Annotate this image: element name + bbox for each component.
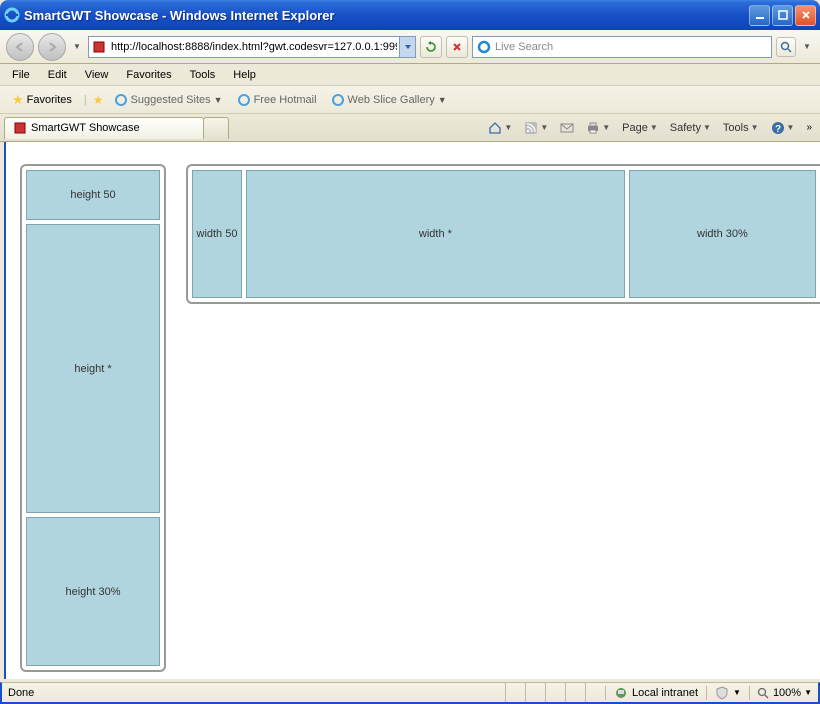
add-fav-icon[interactable]: ★ xyxy=(93,93,104,107)
zoom-icon xyxy=(756,686,770,700)
vertical-layout-container: height 50 height * height 30% xyxy=(20,164,166,672)
suggested-sites-link[interactable]: Suggested Sites ▼ xyxy=(110,91,227,109)
rss-icon xyxy=(524,121,538,135)
tab-favicon-icon xyxy=(13,121,27,135)
favorites-button[interactable]: ★ Favorites xyxy=(6,90,78,110)
help-icon: ? xyxy=(771,121,785,135)
vbox-height-30pct: height 30% xyxy=(26,517,160,666)
menu-edit[interactable]: Edit xyxy=(40,67,75,83)
favorites-bar: ★ Favorites | ★ Suggested Sites ▼ Free H… xyxy=(0,86,820,114)
bing-icon xyxy=(477,40,491,54)
shield-icon xyxy=(715,686,729,700)
menu-view[interactable]: View xyxy=(77,67,117,83)
refresh-button[interactable] xyxy=(420,36,442,58)
new-tab-button[interactable] xyxy=(203,117,229,139)
window-title: SmartGWT Showcase - Windows Internet Exp… xyxy=(24,8,749,23)
help-button[interactable]: ?▼ xyxy=(767,119,799,137)
back-button[interactable] xyxy=(6,33,34,61)
page-favicon-icon xyxy=(91,39,107,55)
mail-button[interactable] xyxy=(556,119,578,137)
status-bar: Done Local intranet ▼ 100% ▼ xyxy=(0,682,820,704)
ie-logo-icon xyxy=(4,7,20,23)
address-bar xyxy=(88,36,416,58)
close-button[interactable] xyxy=(795,5,816,26)
ie-small-icon xyxy=(114,93,128,107)
feeds-button[interactable]: ▼ xyxy=(520,119,552,137)
tab-title: SmartGWT Showcase xyxy=(31,122,140,134)
page-content: height 50 height * height 30% width 50 w… xyxy=(4,142,820,679)
menu-file[interactable]: File xyxy=(4,67,38,83)
search-placeholder: Live Search xyxy=(495,41,553,53)
free-hotmail-link[interactable]: Free Hotmail xyxy=(233,91,321,109)
print-icon xyxy=(586,121,600,135)
search-box[interactable]: Live Search xyxy=(472,36,772,58)
favorites-label: Favorites xyxy=(27,94,72,106)
hbox-width-50: width 50 xyxy=(192,170,242,298)
mail-icon xyxy=(560,121,574,135)
status-text: Done xyxy=(2,687,505,699)
navigation-toolbar: ▼ Live Search ▼ xyxy=(0,30,820,64)
tab-bar: SmartGWT Showcase ▼ ▼ ▼ Page▼ Safety▼ To… xyxy=(0,114,820,142)
star-icon: ★ xyxy=(12,92,24,108)
search-button[interactable] xyxy=(776,37,796,57)
home-icon xyxy=(488,121,502,135)
vbox-height-star: height * xyxy=(26,224,160,513)
tab-smartgwt[interactable]: SmartGWT Showcase xyxy=(4,117,204,139)
home-button[interactable]: ▼ xyxy=(484,119,516,137)
minimize-button[interactable] xyxy=(749,5,770,26)
forward-button[interactable] xyxy=(38,33,66,61)
zoom-label: 100% xyxy=(773,687,801,699)
security-zone[interactable]: Local intranet xyxy=(605,686,706,700)
zoom-control[interactable]: 100% ▼ xyxy=(749,686,818,700)
web-slice-gallery-link[interactable]: Web Slice Gallery ▼ xyxy=(327,91,451,109)
nav-dropdown-icon[interactable]: ▼ xyxy=(70,40,84,54)
vbox-height-50: height 50 xyxy=(26,170,160,220)
stop-button[interactable] xyxy=(446,36,468,58)
search-dropdown-icon[interactable]: ▼ xyxy=(800,40,814,54)
intranet-icon xyxy=(614,686,628,700)
protected-mode[interactable]: ▼ xyxy=(706,686,749,700)
ie-small-icon xyxy=(331,93,345,107)
status-cells xyxy=(505,683,605,702)
zone-label: Local intranet xyxy=(632,687,698,699)
address-dropdown-button[interactable] xyxy=(399,37,415,57)
toolbar-overflow[interactable]: » xyxy=(802,122,816,133)
page-menu[interactable]: Page▼ xyxy=(618,120,662,136)
window-titlebar: SmartGWT Showcase - Windows Internet Exp… xyxy=(0,0,820,30)
menu-favorites[interactable]: Favorites xyxy=(118,67,179,83)
hbox-width-star: width * xyxy=(246,170,625,298)
print-button[interactable]: ▼ xyxy=(582,119,614,137)
address-input[interactable] xyxy=(109,39,399,55)
svg-text:?: ? xyxy=(774,124,780,135)
menu-tools[interactable]: Tools xyxy=(182,67,224,83)
hbox-width-30pct: width 30% xyxy=(629,170,816,298)
maximize-button[interactable] xyxy=(772,5,793,26)
menu-help[interactable]: Help xyxy=(225,67,264,83)
ie-small-icon xyxy=(237,93,251,107)
tools-menu[interactable]: Tools▼ xyxy=(719,120,763,136)
horizontal-layout-container: width 50 width * width 30% xyxy=(186,164,820,304)
safety-menu[interactable]: Safety▼ xyxy=(666,120,715,136)
menu-bar: File Edit View Favorites Tools Help xyxy=(0,64,820,86)
